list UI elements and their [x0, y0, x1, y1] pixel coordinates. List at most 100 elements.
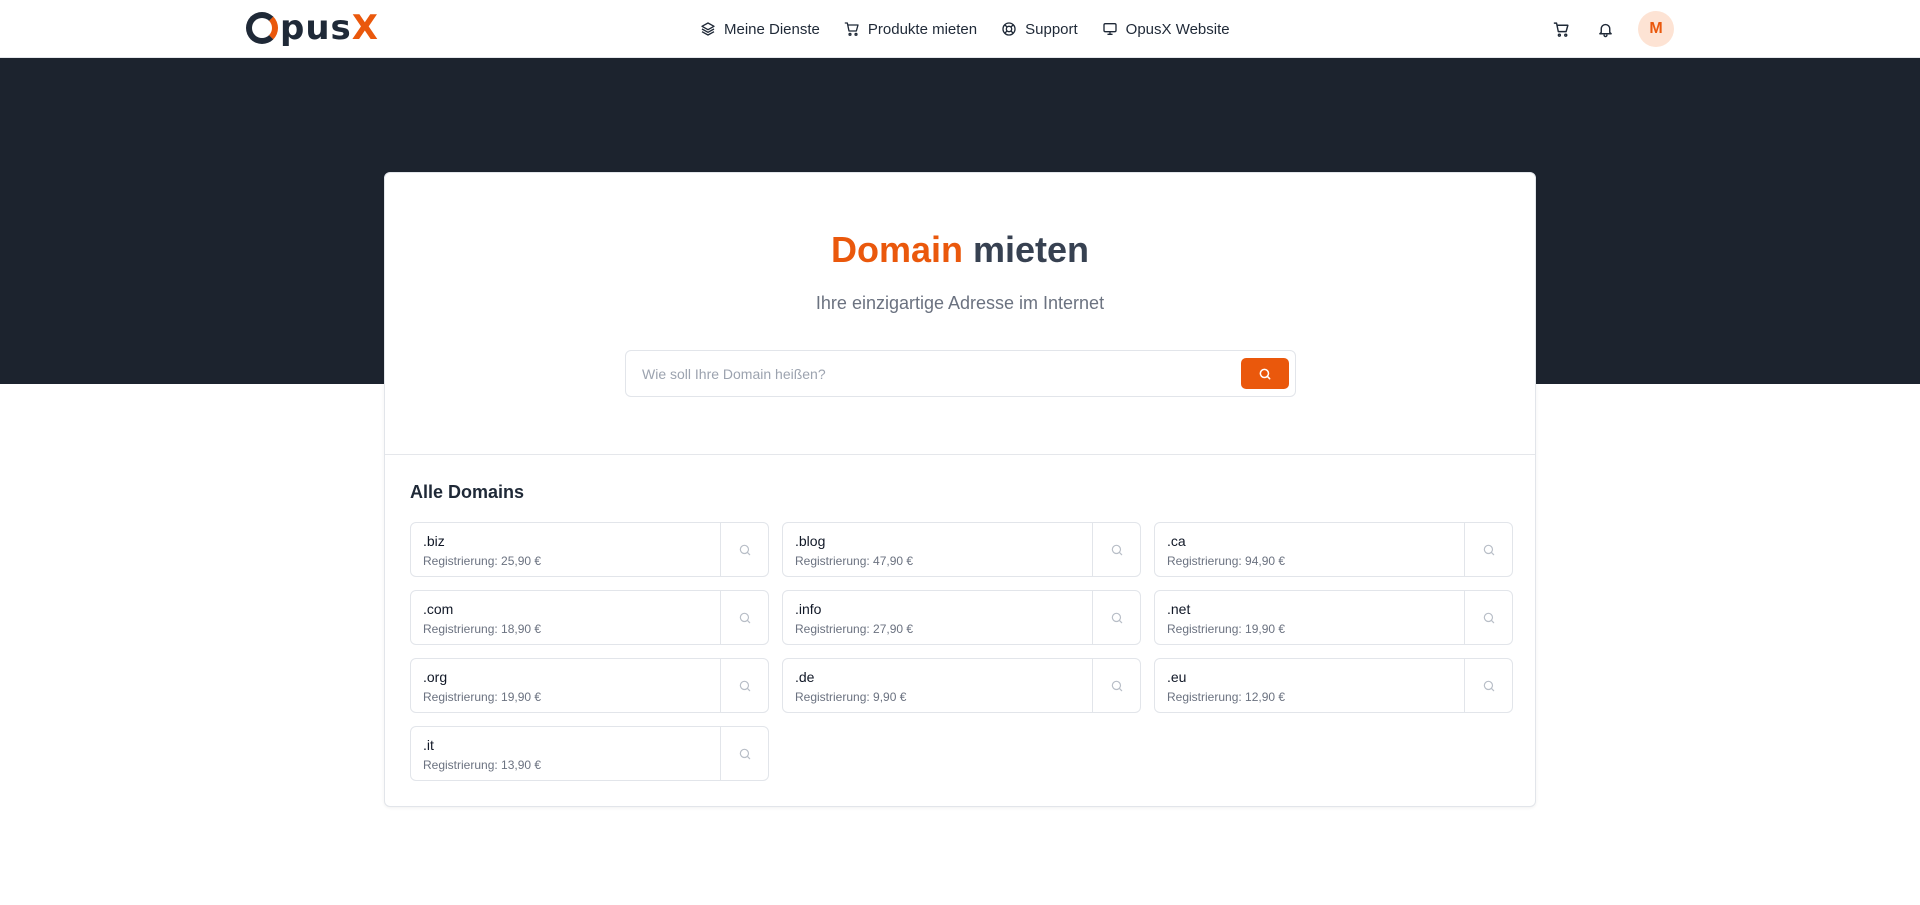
domain-tld: .it — [423, 737, 434, 753]
search-icon — [1111, 680, 1122, 691]
domain-search-action[interactable] — [720, 523, 768, 576]
domain-price: Registrierung: 94,90 € — [1167, 554, 1285, 568]
domain-search-action[interactable] — [1092, 591, 1140, 644]
domain-card-item[interactable]: .ca Registrierung: 94,90 € — [1154, 522, 1513, 577]
domain-price: Registrierung: 19,90 € — [423, 690, 541, 704]
cart-icon — [844, 22, 859, 36]
domain-search-action[interactable] — [720, 591, 768, 644]
nav-item-support[interactable]: Support — [1001, 21, 1078, 38]
logo-text: pus — [280, 8, 352, 48]
domain-card-item[interactable]: .de Registrierung: 9,90 € — [782, 658, 1141, 713]
domain-card-item[interactable]: .eu Registrierung: 12,90 € — [1154, 658, 1513, 713]
domain-card: Domain mieten Ihre einzigartige Adresse … — [384, 172, 1536, 807]
domain-price: Registrierung: 19,90 € — [1167, 622, 1285, 636]
domain-tld: .biz — [423, 533, 445, 549]
price-prefix: Registrierung: — [1167, 554, 1242, 568]
price-value: 19,90 € — [501, 690, 542, 704]
domain-search-box — [625, 350, 1296, 397]
notifications-button[interactable] — [1594, 18, 1616, 40]
domain-card-item[interactable]: .net Registrierung: 19,90 € — [1154, 590, 1513, 645]
avatar[interactable]: M — [1638, 11, 1674, 47]
domain-price: Registrierung: 12,90 € — [1167, 690, 1285, 704]
domain-card-item[interactable]: .org Registrierung: 19,90 € — [410, 658, 769, 713]
domain-tld: .blog — [795, 533, 826, 549]
page-title-accent: Domain — [830, 229, 963, 270]
domain-tld: .ca — [1167, 533, 1186, 549]
domain-search-action[interactable] — [720, 659, 768, 712]
price-value: 19,90 € — [1245, 622, 1286, 636]
price-value: 9,90 € — [873, 690, 907, 704]
domain-card-item[interactable]: .biz Registrierung: 25,90 € — [410, 522, 769, 577]
domain-card-item[interactable]: .info Registrierung: 27,90 € — [782, 590, 1141, 645]
search-icon — [1483, 544, 1494, 555]
search-icon — [739, 612, 750, 623]
search-icon — [1111, 612, 1122, 623]
domain-card-item[interactable]: .blog Registrierung: 47,90 € — [782, 522, 1141, 577]
price-prefix: Registrierung: — [423, 690, 498, 704]
domain-search-action[interactable] — [1464, 591, 1512, 644]
domain-search-action[interactable] — [1092, 523, 1140, 576]
price-prefix: Registrierung: — [795, 622, 870, 636]
nav-item-opusx-website[interactable]: OpusX Website — [1102, 21, 1230, 38]
section-divider — [385, 454, 1535, 455]
price-prefix: Registrierung: — [1167, 690, 1242, 704]
price-value: 94,90 € — [1245, 554, 1286, 568]
domain-search-button[interactable] — [1241, 358, 1289, 389]
domain-tld: .eu — [1167, 669, 1187, 685]
domain-search-action[interactable] — [720, 727, 768, 780]
domain-card-item[interactable]: .it Registrierung: 13,90 € — [410, 726, 769, 781]
price-value: 27,90 € — [873, 622, 914, 636]
domain-grid: .biz Registrierung: 25,90 € .blog Registrie… — [410, 522, 1513, 781]
search-icon — [739, 544, 750, 555]
price-prefix: Registrierung: — [1167, 622, 1242, 636]
nav-right-actions: M — [1550, 0, 1674, 58]
domain-search-action[interactable] — [1092, 659, 1140, 712]
lifebuoy-icon — [1002, 22, 1016, 36]
main-nav: Meine Dienste Produkte mieten Support Op… — [700, 0, 1230, 58]
page-subtitle: Ihre einzigartige Adresse im Internet — [815, 293, 1105, 313]
domain-price: Registrierung: 9,90 € — [795, 690, 906, 704]
price-prefix: Registrierung: — [795, 554, 870, 568]
opusx-logo[interactable]: pus X — [246, 8, 379, 48]
nav-item-label: OpusX Website — [1125, 20, 1230, 38]
search-icon — [1483, 612, 1494, 623]
domain-price: Registrierung: 25,90 € — [423, 554, 541, 568]
logo-o-mark — [246, 12, 278, 44]
price-value: 47,90 € — [873, 554, 914, 568]
domain-price: Registrierung: 47,90 € — [795, 554, 913, 568]
domain-search-action[interactable] — [1464, 523, 1512, 576]
cart-icon — [1553, 21, 1569, 37]
domain-search-input[interactable] — [642, 351, 1222, 396]
nav-item-label: Support — [1025, 20, 1078, 38]
layers-icon — [701, 22, 715, 36]
search-icon — [1483, 680, 1494, 691]
domain-price: Registrierung: 13,90 € — [423, 758, 541, 772]
nav-item-label: Meine Dienste — [724, 20, 820, 38]
price-value: 13,90 € — [501, 758, 542, 772]
domain-price: Registrierung: 27,90 € — [795, 622, 913, 636]
domain-tld: .info — [795, 601, 822, 617]
monitor-icon — [1103, 22, 1117, 35]
all-domains-heading: Alle Domains — [410, 482, 525, 502]
nav-item-label: Produkte mieten — [867, 20, 978, 38]
domain-price: Registrierung: 18,90 € — [423, 622, 541, 636]
bell-icon — [1598, 23, 1612, 37]
search-icon — [1259, 368, 1271, 379]
price-value: 25,90 € — [501, 554, 542, 568]
top-navbar: pus X Meine Dienste Produkte mieten Suppo… — [0, 0, 1920, 58]
page-title-rest: mieten — [972, 229, 1090, 270]
domain-search-action[interactable] — [1464, 659, 1512, 712]
domain-tld: .org — [423, 669, 448, 685]
domain-tld: .de — [795, 669, 815, 685]
cart-button[interactable] — [1550, 18, 1572, 40]
domain-tld: .com — [423, 601, 454, 617]
search-icon — [739, 748, 750, 759]
nav-item-meine-dienste[interactable]: Meine Dienste — [700, 21, 820, 38]
price-value: 18,90 € — [501, 622, 542, 636]
search-icon — [739, 680, 750, 691]
price-prefix: Registrierung: — [423, 758, 498, 772]
nav-item-produkte-mieten[interactable]: Produkte mieten — [844, 21, 977, 38]
domain-card-item[interactable]: .com Registrierung: 18,90 € — [410, 590, 769, 645]
price-prefix: Registrierung: — [423, 622, 498, 636]
price-prefix: Registrierung: — [423, 554, 498, 568]
